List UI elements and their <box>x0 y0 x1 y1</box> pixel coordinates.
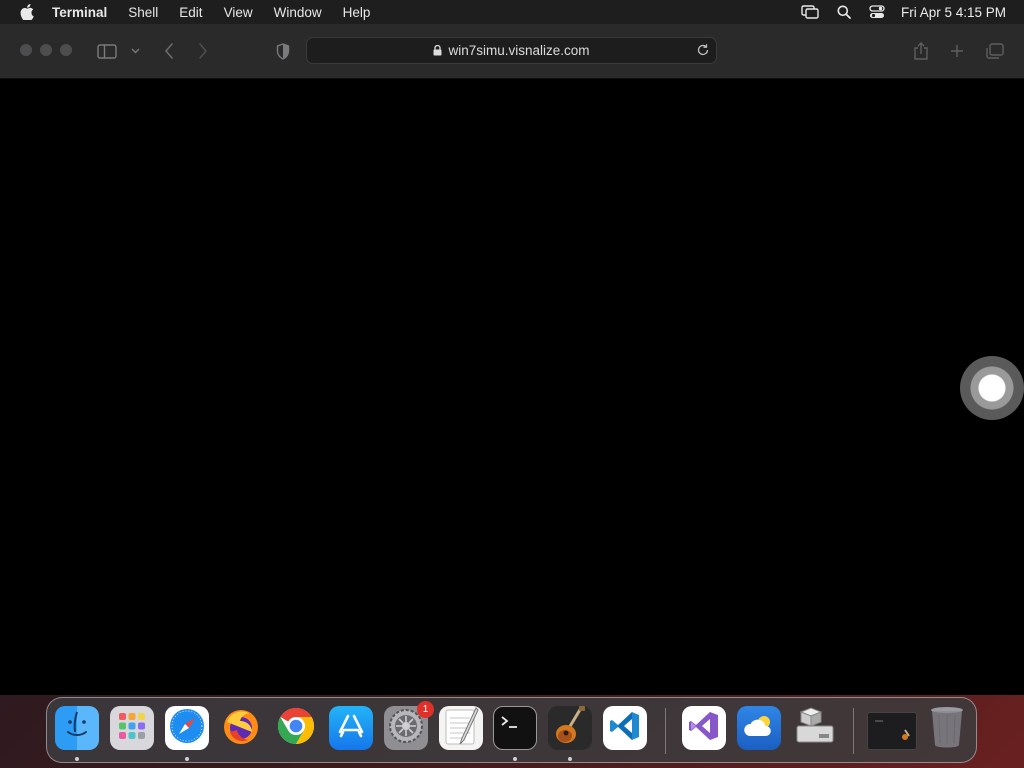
dock-system-settings[interactable]: 1 <box>384 701 434 750</box>
browser-toolbar: win7simu.visnalize.com <box>0 24 1024 79</box>
control-center-icon[interactable] <box>869 5 885 19</box>
menu-shell[interactable]: Shell <box>128 5 158 20</box>
launchpad-grid-icon <box>116 710 148 747</box>
chrome-icon <box>276 706 316 751</box>
minimize-window-button[interactable] <box>40 44 52 56</box>
web-content[interactable] <box>0 79 1024 695</box>
assistive-touch-button[interactable] <box>960 356 1024 420</box>
privacy-shield-icon[interactable] <box>274 38 292 64</box>
trash-icon <box>929 704 965 753</box>
dock-separator <box>665 708 666 754</box>
dock-safari[interactable] <box>165 706 209 750</box>
visual-studio-icon <box>687 709 721 748</box>
dock-garageband-running-dot <box>568 757 572 761</box>
share-icon[interactable] <box>912 38 930 64</box>
dock-minimized-window[interactable] <box>867 712 917 750</box>
dock-vscode[interactable] <box>603 706 647 750</box>
textedit-icon <box>442 706 480 751</box>
terminal-prompt-icon <box>497 711 533 746</box>
dock-firefox[interactable] <box>219 706 263 750</box>
minimized-terminal-icon <box>872 716 912 747</box>
chevron-down-icon[interactable] <box>128 38 142 64</box>
screen-mirroring-icon[interactable] <box>801 5 819 19</box>
firefox-icon <box>221 706 261 751</box>
app-store-icon <box>335 710 367 747</box>
dock-terminal-running-dot <box>513 757 517 761</box>
menu-edit[interactable]: Edit <box>179 5 202 20</box>
menu-app-name[interactable]: Terminal <box>52 5 107 20</box>
dock-finder[interactable] <box>55 706 99 750</box>
settings-notification-badge: 1 <box>417 701 434 718</box>
new-tab-icon[interactable] <box>948 38 966 64</box>
dock-finder-running-dot <box>75 757 79 761</box>
sidebar-toggle-icon[interactable] <box>96 38 118 64</box>
dock-app-store[interactable] <box>329 706 373 750</box>
finder-icon <box>59 708 95 749</box>
tab-overview-icon[interactable] <box>985 38 1005 64</box>
forward-icon[interactable] <box>194 38 212 64</box>
dock-trash[interactable] <box>925 706 969 750</box>
dock: 1 <box>46 697 977 763</box>
menu-bar: Terminal Shell Edit View Window Help Fri… <box>0 0 1024 24</box>
close-window-button[interactable] <box>20 44 32 56</box>
guitar-icon <box>551 705 589 751</box>
spotlight-search-icon[interactable] <box>837 5 851 19</box>
dock-chrome[interactable] <box>274 706 318 750</box>
reload-icon[interactable] <box>696 43 710 60</box>
dock-separator-2 <box>853 708 854 754</box>
boot-camp-disk-icon <box>793 704 837 753</box>
vscode-icon <box>608 709 642 748</box>
dock-safari-running-dot <box>185 757 189 761</box>
menu-window[interactable]: Window <box>274 5 322 20</box>
dock-textedit[interactable] <box>439 706 483 750</box>
url-text: win7simu.visnalize.com <box>448 43 590 58</box>
dock-visual-studio[interactable] <box>682 706 726 750</box>
menu-view[interactable]: View <box>224 5 253 20</box>
lock-icon <box>433 45 442 56</box>
menu-help[interactable]: Help <box>343 5 371 20</box>
dock-terminal[interactable] <box>493 706 537 750</box>
address-bar[interactable]: win7simu.visnalize.com <box>306 37 717 64</box>
dock-launchpad[interactable] <box>110 706 154 750</box>
safari-compass-icon <box>168 707 206 750</box>
back-icon[interactable] <box>160 38 178 64</box>
weather-cloud-icon <box>741 711 777 746</box>
dock-weather[interactable] <box>737 706 781 750</box>
zoom-window-button[interactable] <box>60 44 72 56</box>
menubar-clock[interactable]: Fri Apr 5 4:15 PM <box>901 5 1006 20</box>
apple-menu-icon[interactable] <box>20 4 34 20</box>
dock-boot-camp-assistant[interactable] <box>793 706 837 750</box>
dock-garageband[interactable] <box>548 705 592 751</box>
